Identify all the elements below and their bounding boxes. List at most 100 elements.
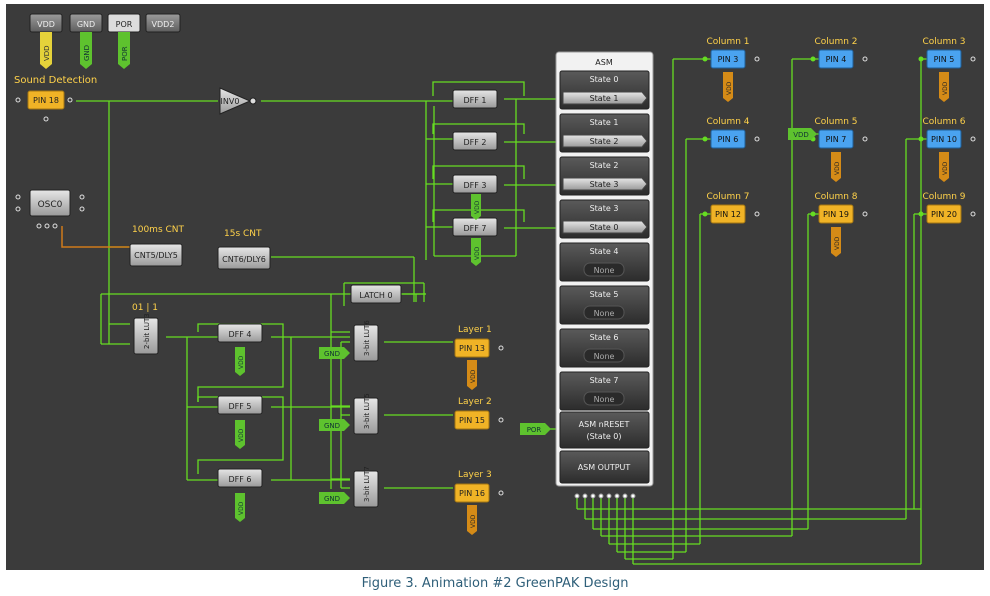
lut7-gnd-tag-label: GND [324,495,340,503]
pin16-block[interactable]: PIN 16 [454,483,490,503]
dff4-block[interactable]: DFF 4 [217,323,263,343]
pin16-vdd-tag-label: VDD [470,514,477,528]
column-pin-block[interactable]: PIN 3 [710,49,746,69]
dff3-block[interactable]: DFF 3 [452,174,498,194]
asm-state-5[interactable]: State 5 None [559,285,650,325]
column-pin-block[interactable]: PIN 7 [818,129,854,149]
column-pin-label: PIN 3 [718,55,739,64]
dff6-block[interactable]: DFF 6 [217,468,263,488]
por-rail-tag-label: POR [121,46,129,61]
asm-state-next: None [594,266,615,275]
column-pin-port [970,56,976,62]
layer1-group: Layer 1 PIN 13 VDD [454,325,504,390]
column-title: Column 4 [706,117,749,127]
cnt6-title: 15s CNT [224,229,262,239]
asm-state-next: State 1 [590,94,619,103]
cnt5-block[interactable]: CNT5/DLY5 [129,243,183,267]
vdd2-rail[interactable]: VDD2 [145,13,181,33]
pin13-block[interactable]: PIN 13 [454,338,490,358]
column-pin-port [970,136,976,142]
column-pin-block[interactable]: PIN 6 [710,129,746,149]
asm-state-name: State 1 [590,118,619,127]
cnt5-label: CNT5/DLY5 [134,251,178,260]
dff2-block[interactable]: DFF 2 [452,131,498,151]
column-6-group: Column 6 PIN 10 VDD [918,117,976,182]
column-5-group: Column 5 PIN 7 VDD [810,117,868,182]
pin16-label: PIN 16 [459,489,485,498]
asm-state-next: State 0 [590,223,619,232]
lut6-gnd-tag-label: GND [324,350,340,358]
lut7-block[interactable]: 3-bit LUT7 [353,466,379,508]
lut3-title: 01 | 1 [132,303,158,313]
pin18-block[interactable]: PIN 18 [27,90,65,110]
asm-state-3[interactable]: State 3 State 0 [559,199,650,239]
column-title: Column 8 [814,192,857,202]
asm-state-1[interactable]: State 1 State 2 [559,113,650,153]
lut5-gnd-tag-label: GND [324,422,340,430]
layer2-title: Layer 2 [458,397,492,407]
column-pin-block[interactable]: PIN 19 [818,204,854,224]
pin15-block[interactable]: PIN 15 [454,410,490,430]
asm-title: ASM [595,58,613,67]
vdd-rail[interactable]: VDD [29,13,63,33]
inv0-block[interactable]: INV0 [219,87,257,115]
cnt6-block[interactable]: CNT6/DLY6 [217,246,271,270]
asm-state-name: State 4 [590,247,619,256]
column-pin-label: PIN 6 [718,135,739,144]
asm-state-0[interactable]: State 0 State 1 [559,70,650,110]
asm-state-6[interactable]: State 6 None [559,328,650,368]
asm-state-2[interactable]: State 2 State 3 [559,156,650,196]
vdd-rail-label: VDD [37,20,55,29]
column-pin-block[interactable]: PIN 5 [926,49,962,69]
dff4-label: DFF 4 [229,330,252,339]
column-pin-block[interactable]: PIN 12 [710,204,746,224]
schematic-canvas: VDD GND POR VDD2 VDD GND POR Sound Detec… [6,4,984,570]
column-vdd-tag-label: VDD [834,161,841,175]
column-8-group: Column 8 PIN 19 VDD [810,192,868,257]
por-rail[interactable]: POR [107,13,141,33]
column-title: Column 7 [706,192,749,202]
rail-buttons: VDD GND POR VDD2 VDD GND POR [29,13,181,69]
column-pin-block[interactable]: PIN 10 [926,129,962,149]
inv0-label: INV0 [221,97,240,106]
osc0-block[interactable]: OSC0 [29,189,71,217]
asm-state-7[interactable]: State 7 None [559,371,650,411]
dff1-block[interactable]: DFF 1 [452,89,498,109]
column-pin-port [970,211,976,217]
column-vdd-tag-label: VDD [942,81,949,95]
dff5-block[interactable]: DFF 5 [217,395,263,415]
latch0-block[interactable]: LATCH 0 [350,284,402,304]
column-7-group: Column 7 PIN 12 [702,192,760,224]
pin18-oe-port [43,116,49,122]
gnd-rail-tag-label: GND [83,45,91,61]
asm-output-ports [574,493,636,499]
asm-state-name: State 6 [590,333,619,342]
column-vdd-tag-label: VDD [942,161,949,175]
asm-output[interactable]: ASM OUTPUT [559,450,650,484]
column-pin-label: PIN 4 [826,55,847,64]
asm-nreset-line1: ASM nRESET [579,420,630,429]
gnd-rail[interactable]: GND [69,13,103,33]
layer3-title: Layer 3 [458,470,492,480]
dff6-vdd-tag-label: VDD [238,501,245,515]
column-4-group: Column 4 PIN 6 [702,117,760,149]
column-title: Column 5 [814,117,857,127]
asm-output-label: ASM OUTPUT [578,463,631,472]
column-pin-block[interactable]: PIN 20 [926,204,962,224]
column-pin-block[interactable]: PIN 4 [818,49,854,69]
asm-state-4[interactable]: State 4 None [559,242,650,282]
pin13-vdd-tag-label: VDD [470,369,477,383]
asm-state-next: None [594,309,615,318]
column-pin-port [862,56,868,62]
lut6-block[interactable]: 3-bit LUT6 [353,320,379,362]
lut3-block[interactable]: 2-bit LUT3 [133,313,159,355]
lut5-block[interactable]: 3-bit LUT5 [353,393,379,435]
column-pin-label: PIN 19 [823,210,849,219]
dff7-block[interactable]: DFF 7 [452,217,498,237]
inv0-bubble [249,97,257,105]
asm-nreset[interactable]: ASM nRESET (State 0) [559,411,650,449]
dff5-vdd-tag-label: VDD [238,428,245,442]
column-pin-port [754,136,760,142]
asm-state-name: State 5 [590,290,619,299]
lut7-label: 3-bit LUT7 [363,466,371,502]
